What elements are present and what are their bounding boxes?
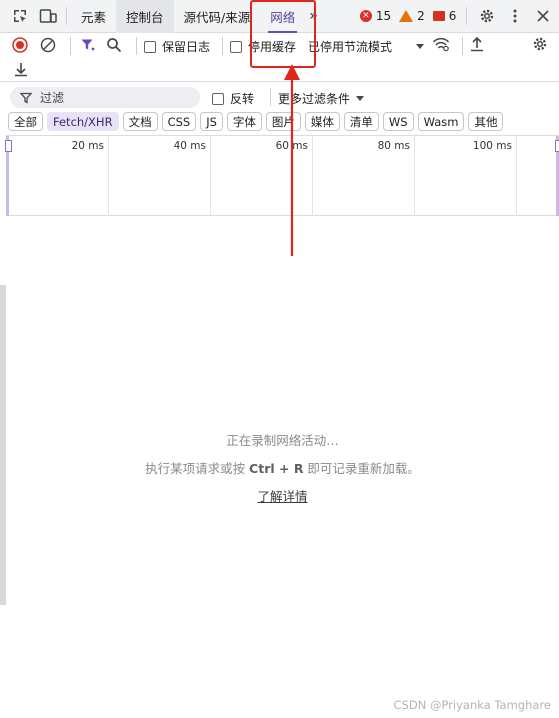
error-count: 15 xyxy=(375,9,392,23)
tabbar-divider-2 xyxy=(466,7,468,25)
gear-icon xyxy=(533,37,547,51)
record-button[interactable] xyxy=(12,37,28,53)
warning-count: 2 xyxy=(417,9,425,23)
tab-sources[interactable]: 源代码/来源 xyxy=(174,0,261,33)
type-filter-chip[interactable]: 清单 xyxy=(343,112,379,131)
filter-divider xyxy=(270,88,271,106)
more-options-icon[interactable] xyxy=(503,4,527,28)
search-icon xyxy=(107,38,122,53)
overview-grid-line xyxy=(210,136,211,216)
network-overview-timeline[interactable]: 20 ms 40 ms 60 ms 80 ms 100 ms xyxy=(5,135,559,216)
throttling-value: 已停用节流模式 xyxy=(308,40,393,54)
overview-grid-line xyxy=(108,136,109,216)
toolbar-divider-4 xyxy=(462,37,463,55)
type-filter-chip[interactable]: 其他 xyxy=(468,112,504,131)
warning-icon xyxy=(399,10,414,22)
preserve-log-checkbox[interactable]: 保留日志 xyxy=(144,38,210,55)
type-filter-chip[interactable]: JS xyxy=(200,112,223,131)
overview-tick-label: 80 ms xyxy=(377,140,410,152)
overview-tick-label: 60 ms xyxy=(275,140,308,152)
overview-tick-label: 40 ms xyxy=(173,140,206,152)
type-filter-chip[interactable]: WS xyxy=(382,112,414,131)
export-har-button[interactable] xyxy=(14,61,28,77)
toolbar-divider-2 xyxy=(136,37,137,55)
type-filter-chip[interactable]: 全部 xyxy=(8,112,43,131)
device-toolbar-icon[interactable] xyxy=(36,4,60,28)
record-icon xyxy=(12,37,28,53)
network-conditions-button[interactable] xyxy=(432,36,450,52)
type-filter-chip[interactable]: Fetch/XHR xyxy=(47,112,119,131)
reload-shortcut: Ctrl + R xyxy=(249,461,304,476)
disable-cache-label: 停用缓存 xyxy=(248,40,297,54)
overview-grid-line xyxy=(312,136,313,216)
download-icon xyxy=(15,63,27,77)
chevron-down-icon xyxy=(356,96,365,101)
throttling-select[interactable]: 已停用节流模式 xyxy=(308,38,424,55)
clear-icon xyxy=(40,37,56,53)
issues-count: 6 xyxy=(448,9,457,23)
overview-grid-line xyxy=(414,136,415,216)
filter-row: 过滤 反转 更多过滤条件 xyxy=(0,84,559,110)
watermark: CSDN @Priyanka Tamghare xyxy=(393,698,551,712)
import-har-button[interactable] xyxy=(470,36,484,52)
disable-cache-box[interactable] xyxy=(230,40,242,53)
error-counter[interactable]: ✕ 15 xyxy=(359,9,392,23)
overview-left-handle[interactable] xyxy=(5,136,12,216)
error-icon: ✕ xyxy=(359,10,372,22)
requests-empty-state: 正在录制网络活动… 执行某项请求或按 Ctrl + R 即可记录重新加载。 了解… xyxy=(6,216,559,716)
preserve-log-box[interactable] xyxy=(144,40,156,53)
overview-tick-label: 100 ms xyxy=(472,140,512,152)
tab-console[interactable]: 控制台 xyxy=(116,0,174,33)
more-filters-label: 更多过滤条件 xyxy=(278,92,351,106)
resource-type-filters: 全部 Fetch/XHR 文档 CSS JS 字体 图片 媒体 清单 WS Wasm 其他 xyxy=(8,112,504,132)
issues-icon xyxy=(432,11,445,21)
warning-counter[interactable]: 2 xyxy=(399,9,425,23)
type-filter-chip[interactable]: 文档 xyxy=(122,112,158,131)
filter-input[interactable]: 过滤 xyxy=(10,87,200,108)
type-filter-chip[interactable]: Wasm xyxy=(417,112,465,131)
network-settings-button[interactable] xyxy=(532,36,548,52)
disable-cache-checkbox[interactable]: 停用缓存 xyxy=(230,38,296,55)
type-filter-chip[interactable]: CSS xyxy=(161,112,197,131)
tab-network[interactable]: 网络 xyxy=(260,0,305,33)
chevron-down-icon xyxy=(416,44,424,49)
invert-label: 反转 xyxy=(230,92,255,106)
reload-hint-text: 执行某项请求或按 Ctrl + R 即可记录重新加载。 xyxy=(6,458,559,477)
toolbar-divider-3 xyxy=(222,37,223,55)
type-filter-chip[interactable]: 媒体 xyxy=(304,112,340,131)
network-toolbar: 保留日志 停用缓存 已停用节流模式 xyxy=(0,34,559,82)
hint-prefix: 执行某项请求或按 xyxy=(145,461,250,476)
tab-elements[interactable]: 元素 xyxy=(71,0,116,33)
close-icon[interactable] xyxy=(531,4,555,28)
filter-funnel-icon xyxy=(81,39,95,51)
devtools-tabbar: 元素 控制台 源代码/来源 网络 » ✕ 15 2 6 xyxy=(0,0,559,33)
learn-more-row: 了解详情 xyxy=(6,486,559,505)
invert-box[interactable] xyxy=(212,92,224,105)
more-filters-dropdown[interactable]: 更多过滤条件 xyxy=(278,90,365,107)
hint-suffix: 即可记录重新加载。 xyxy=(303,461,420,476)
preserve-log-label: 保留日志 xyxy=(162,40,211,54)
filter-funnel-icon xyxy=(20,92,32,104)
overview-grid-line xyxy=(516,136,517,216)
filter-placeholder: 过滤 xyxy=(40,91,65,105)
settings-gear-icon[interactable] xyxy=(475,4,499,28)
filter-toggle-button[interactable] xyxy=(80,37,96,53)
tabbar-divider xyxy=(66,7,67,25)
issues-counter[interactable]: 6 xyxy=(432,9,457,23)
invert-checkbox[interactable]: 反转 xyxy=(212,90,254,107)
toolbar-divider xyxy=(70,37,71,55)
upload-icon xyxy=(471,36,483,52)
inspect-element-icon[interactable] xyxy=(8,4,32,28)
search-button[interactable] xyxy=(106,37,122,53)
overview-tick-label: 20 ms xyxy=(71,140,104,152)
more-tabs-button[interactable]: » xyxy=(305,0,322,33)
type-filter-chip[interactable]: 字体 xyxy=(226,112,262,131)
learn-more-link[interactable]: 了解详情 xyxy=(257,489,307,504)
type-filter-chip[interactable]: 图片 xyxy=(265,112,301,131)
wifi-settings-icon xyxy=(432,37,450,52)
clear-button[interactable] xyxy=(40,37,56,53)
recording-status-text: 正在录制网络活动… xyxy=(226,433,339,448)
